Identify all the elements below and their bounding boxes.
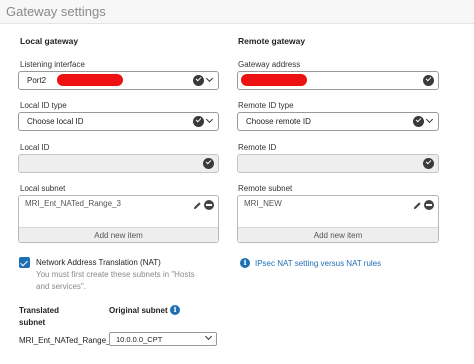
add-new-item-button[interactable]: Add new item — [238, 227, 438, 242]
chevron-down-icon — [205, 76, 215, 86]
gateway-address-label: Gateway address — [238, 60, 301, 69]
check-circle-icon — [193, 75, 204, 86]
check-circle-icon — [423, 158, 434, 169]
local-gateway-title: Local gateway — [20, 36, 79, 46]
remote-id-input[interactable] — [237, 154, 439, 173]
remote-id-type-value: Choose remote ID — [246, 117, 311, 126]
info-icon: i — [170, 305, 180, 315]
list-item[interactable]: MRI_Ent_NATed_Range_3 — [19, 196, 218, 212]
listening-interface-value: Port2 — [27, 76, 47, 85]
input-controls — [423, 75, 434, 86]
local-subnet-list: MRI_Ent_NATed_Range_3 Add new item — [18, 195, 219, 243]
local-id-type-select[interactable]: Choose local ID — [18, 112, 219, 131]
listening-interface-select[interactable]: Port2 — [18, 71, 219, 90]
original-subnet-select[interactable]: 10.0.0.0_CPT — [109, 332, 217, 346]
add-new-item-button[interactable]: Add new item — [19, 227, 218, 242]
translated-subnet-header-line2: subnet — [19, 318, 46, 327]
original-subnet-value: 10.0.0.0_CPT — [116, 335, 163, 344]
remote-id-label: Remote ID — [238, 143, 277, 152]
original-subnet-header: Original subnet — [109, 306, 168, 315]
section-title: Gateway settings — [6, 4, 106, 19]
redaction-mark — [241, 74, 307, 86]
remove-icon[interactable] — [424, 200, 434, 210]
translated-subnet-header-line1: Translated — [19, 306, 60, 315]
select-controls — [193, 116, 215, 127]
section-header: Gateway settings — [0, 0, 474, 24]
local-id-type-value: Choose local ID — [27, 117, 84, 126]
translated-subnet-value: MRI_Ent_NATed_Range_3 — [19, 336, 111, 345]
nat-hint-line2: and services". — [36, 282, 86, 291]
check-circle-icon — [193, 116, 204, 127]
local-subnet-label: Local subnet — [20, 184, 66, 193]
select-controls — [413, 116, 435, 127]
nat-label: Network Address Translation (NAT) — [36, 258, 161, 267]
remote-id-type-select[interactable]: Choose remote ID — [237, 112, 439, 131]
pencil-icon[interactable] — [413, 201, 422, 210]
gateway-address-input[interactable] — [237, 71, 439, 90]
check-circle-icon — [203, 158, 214, 169]
remote-subnet-item-label: MRI_NEW — [244, 199, 282, 208]
select-controls — [193, 75, 215, 86]
pencil-icon[interactable] — [193, 201, 202, 210]
input-controls — [203, 158, 214, 169]
remote-subnet-list: MRI_NEW Add new item — [237, 195, 439, 243]
remote-id-type-label: Remote ID type — [238, 101, 294, 110]
chevron-down-icon — [204, 334, 214, 344]
add-new-item-label: Add new item — [94, 231, 143, 240]
chevron-down-icon — [425, 117, 435, 127]
local-id-input[interactable] — [18, 154, 219, 173]
listening-interface-label: Listening interface — [20, 60, 85, 69]
redaction-mark — [57, 74, 123, 86]
nat-checkbox[interactable] — [19, 257, 30, 268]
check-circle-icon — [413, 116, 424, 127]
add-new-item-label: Add new item — [313, 231, 363, 240]
select-controls — [203, 334, 214, 344]
local-subnet-item-label: MRI_Ent_NATed_Range_3 — [25, 199, 121, 208]
list-item[interactable]: MRI_NEW — [238, 196, 438, 212]
nat-hint-line1: You must first create these subnets in "… — [36, 270, 195, 279]
ipsec-nat-info-link[interactable]: IPsec NAT setting versus NAT rules — [255, 259, 381, 268]
remote-subnet-label: Remote subnet — [238, 184, 293, 193]
input-controls — [423, 158, 434, 169]
check-circle-icon — [423, 75, 434, 86]
local-id-label: Local ID — [20, 143, 50, 152]
remote-gateway-title: Remote gateway — [238, 36, 306, 46]
remove-icon[interactable] — [204, 200, 214, 210]
local-id-type-label: Local ID type — [20, 101, 67, 110]
info-icon: i — [240, 258, 250, 268]
chevron-down-icon — [205, 117, 215, 127]
